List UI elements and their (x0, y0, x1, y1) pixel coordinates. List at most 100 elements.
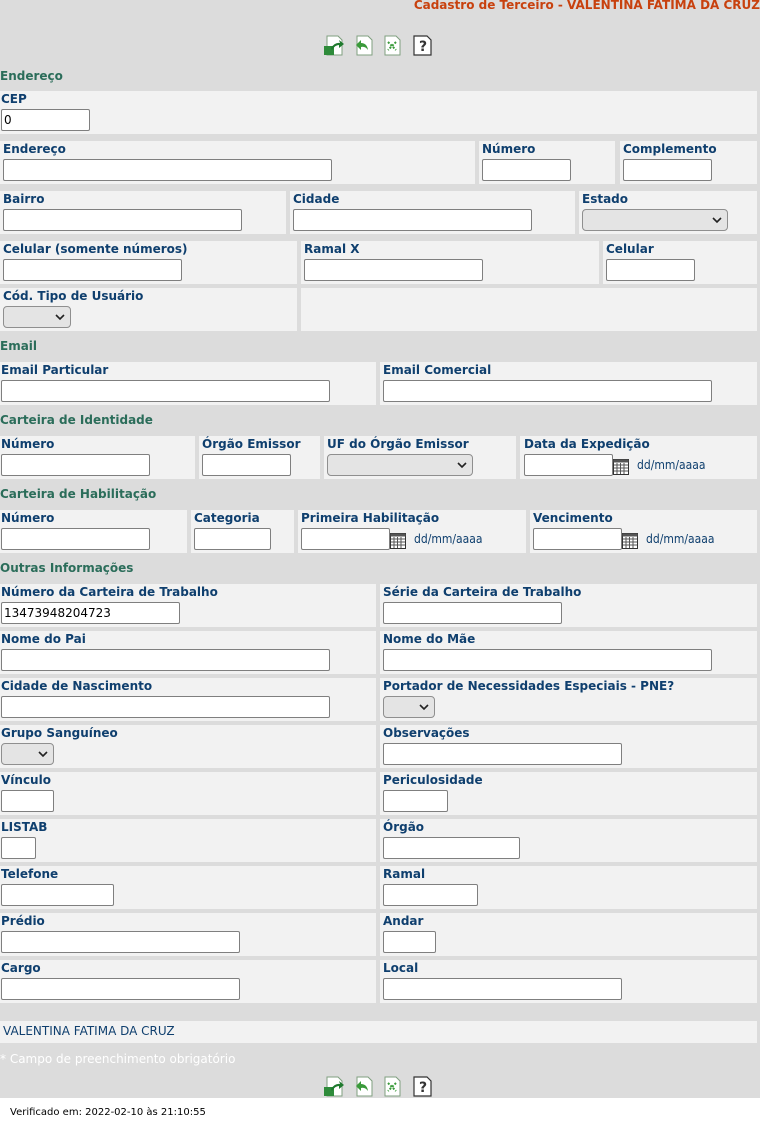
endereco-label: Endereço (3, 142, 66, 156)
celular-input[interactable] (606, 259, 695, 281)
predio-label: Prédio (1, 914, 45, 928)
estado-label: Estado (582, 192, 629, 206)
telefone-cell: Telefone (0, 866, 376, 909)
orgao-input[interactable] (383, 837, 520, 859)
uf-orgao-select[interactable] (327, 454, 473, 476)
data-expedicao-input[interactable] (524, 454, 613, 476)
pne-select[interactable] (383, 696, 435, 718)
orgao-cell: Órgão (380, 819, 757, 862)
habilitacao-numero-input[interactable] (1, 528, 150, 550)
ramal-x-cell: Ramal X (301, 241, 599, 284)
predio-cell: Prédio (0, 913, 376, 956)
ramal-x-input[interactable] (304, 259, 483, 281)
calendar-icon[interactable] (613, 459, 629, 475)
celular-num-cell: Celular (somente números) (0, 241, 297, 284)
categoria-input[interactable] (194, 528, 271, 550)
email-particular-label: Email Particular (1, 363, 109, 377)
listab-input[interactable] (1, 837, 36, 859)
andar-input[interactable] (383, 931, 436, 953)
data-expedicao-cell: Data da Expedição dd/mm/aaaa (520, 436, 757, 479)
ramal-x-label: Ramal X (304, 242, 360, 256)
cancel-icon[interactable] (381, 33, 403, 57)
periculosidade-cell: Periculosidade (380, 772, 757, 815)
vencimento-input[interactable] (533, 528, 622, 550)
endereco-input[interactable] (3, 159, 332, 181)
help-icon[interactable]: ? (411, 33, 433, 57)
tipo-usuario-label: Cód. Tipo de Usuário (3, 289, 144, 303)
back-icon[interactable] (353, 1074, 375, 1098)
email-comercial-label: Email Comercial (383, 363, 492, 377)
cidade-cell: Cidade (290, 191, 575, 234)
save-icon[interactable] (323, 1074, 345, 1098)
cep-cell: CEP (0, 91, 757, 134)
cep-input[interactable] (1, 109, 90, 131)
nome-pai-input[interactable] (1, 649, 330, 671)
primeira-habilitacao-input[interactable] (301, 528, 390, 550)
observacoes-cell: Observações (380, 725, 757, 768)
help-icon[interactable]: ? (411, 1074, 433, 1098)
bairro-label: Bairro (3, 192, 45, 206)
observacoes-input[interactable] (383, 743, 622, 765)
periculosidade-label: Periculosidade (383, 773, 483, 787)
empty-cell (301, 288, 757, 331)
complemento-cell: Complemento (620, 141, 757, 184)
vinculo-input[interactable] (1, 790, 54, 812)
verified-timestamp: Verificado em: 2022-02-10 às 21:10:55 (10, 1107, 206, 1118)
pne-label: Portador de Necessidades Especiais - PNE… (383, 679, 675, 693)
local-label: Local (383, 961, 419, 975)
numero-cell: Número (479, 141, 615, 184)
chevron-down-icon (419, 704, 429, 711)
predio-input[interactable] (1, 931, 240, 953)
chevron-down-icon (457, 462, 467, 469)
cargo-label: Cargo (1, 961, 41, 975)
ramal-cell: Ramal (380, 866, 757, 909)
listab-label: LISTAB (1, 820, 48, 834)
back-icon[interactable] (353, 33, 375, 57)
complemento-input[interactable] (623, 159, 712, 181)
nome-mae-input[interactable] (383, 649, 712, 671)
local-input[interactable] (383, 978, 622, 1000)
observacoes-label: Observações (383, 726, 470, 740)
svg-text:?: ? (419, 1080, 427, 1096)
ramal-label: Ramal (383, 867, 426, 881)
andar-label: Andar (383, 914, 424, 928)
cidade-input[interactable] (293, 209, 532, 231)
chevron-down-icon (55, 314, 65, 321)
grupo-sanguineo-cell: Grupo Sanguíneo (0, 725, 376, 768)
complemento-label: Complemento (623, 142, 717, 156)
calendar-icon[interactable] (622, 533, 638, 549)
tipo-usuario-select[interactable] (3, 306, 71, 328)
periculosidade-input[interactable] (383, 790, 448, 812)
save-icon[interactable] (323, 33, 345, 57)
primeira-habilitacao-hint: dd/mm/aaaa (414, 532, 483, 546)
ctps-serie-input[interactable] (383, 602, 562, 624)
celular-num-input[interactable] (3, 259, 182, 281)
bairro-input[interactable] (3, 209, 242, 231)
telefone-label: Telefone (1, 867, 59, 881)
orgao-label: Órgão (383, 820, 425, 834)
ctps-numero-cell: Número da Carteira de Trabalho (0, 584, 376, 627)
calendar-icon[interactable] (390, 533, 406, 549)
cargo-input[interactable] (1, 978, 240, 1000)
grupo-sanguineo-select[interactable] (1, 743, 54, 765)
identidade-numero-input[interactable] (1, 454, 150, 476)
ramal-input[interactable] (383, 884, 478, 906)
email-particular-input[interactable] (1, 380, 330, 402)
cancel-icon[interactable] (381, 1074, 403, 1098)
ctps-numero-input[interactable] (1, 602, 180, 624)
estado-select[interactable] (582, 209, 728, 231)
numero-input[interactable] (482, 159, 571, 181)
primeira-habilitacao-cell: Primeira Habilitação dd/mm/aaaa (298, 510, 526, 553)
categoria-cell: Categoria (191, 510, 294, 553)
cep-label: CEP (1, 92, 27, 106)
telefone-input[interactable] (1, 884, 114, 906)
celular-num-label: Celular (somente números) (3, 242, 188, 256)
bairro-cell: Bairro (0, 191, 286, 234)
orgao-emissor-cell: Órgão Emissor (199, 436, 320, 479)
nome-pai-label: Nome do Pai (1, 632, 86, 646)
local-cell: Local (380, 960, 757, 1003)
cidade-nascimento-input[interactable] (1, 696, 330, 718)
orgao-emissor-input[interactable] (202, 454, 291, 476)
email-comercial-input[interactable] (383, 380, 712, 402)
section-habilitacao: Carteira de Habilitação (0, 487, 157, 501)
